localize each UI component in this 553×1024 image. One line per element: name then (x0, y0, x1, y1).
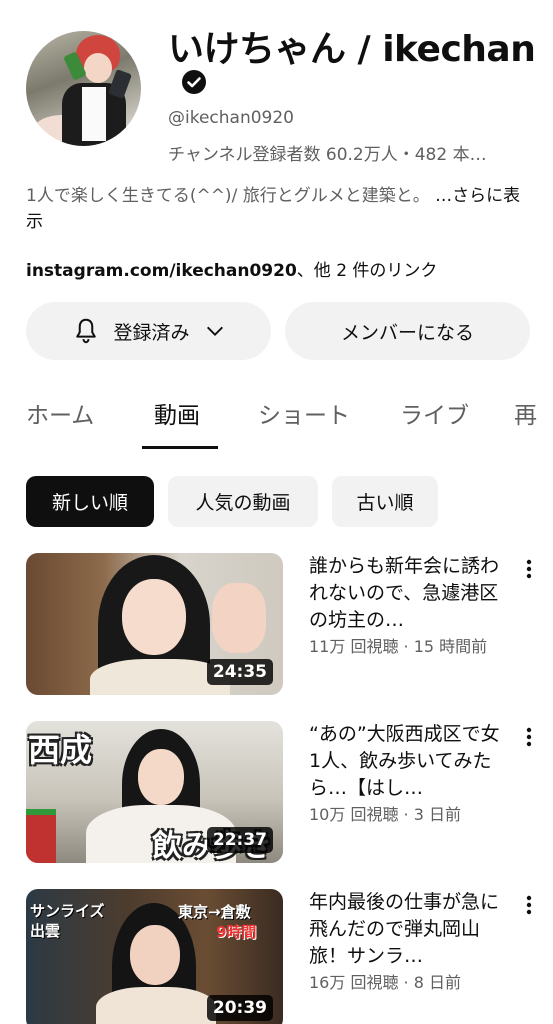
tab-live[interactable]: ライブ (400, 396, 469, 430)
channel-name: いけちゃん / ikechan (168, 29, 536, 70)
video-thumbnail[interactable]: 24:35 (26, 553, 283, 695)
chip-popular[interactable]: 人気の動画 (168, 476, 318, 527)
tab-videos[interactable]: 動画 (154, 396, 200, 430)
video-title[interactable]: 年内最後の仕事が急に飛んだので弾丸岡山旅！サンラ… (309, 889, 509, 971)
subscribed-label: 登録済み (113, 321, 190, 344)
channel-description[interactable]: 1人で楽しく生きてる(^^)/ 旅行とグルメと建築と。 …さらに表示 (26, 183, 526, 235)
other-links-text[interactable]: 、他 2 件のリンク (297, 261, 438, 281)
thumbnail-caption: サンライズ 出雲 (30, 902, 105, 940)
channel-links[interactable]: instagram.com/ikechan0920、他 2 件のリンク (26, 256, 437, 281)
active-tab-indicator (142, 446, 218, 449)
video-duration: 22:37 (206, 827, 273, 853)
video-title[interactable]: “あの”大阪西成区で女1人、飲み歩いてみたら…【はし… (309, 721, 509, 803)
channel-avatar[interactable] (26, 31, 141, 146)
tab-playlists[interactable]: 再 (514, 396, 537, 430)
video-item[interactable]: サンライズ 出雲 東京→倉敷 9時間 20:39 年内最後の仕事が急に飛んだので… (0, 889, 553, 1024)
more-options-icon[interactable] (519, 557, 539, 581)
video-item[interactable]: 西成 飲み歩き 22:37 “あの”大阪西成区で女1人、飲み歩いてみたら…【はし… (0, 721, 553, 863)
channel-handle: @ikechan0920 (168, 108, 294, 128)
video-duration: 24:35 (206, 659, 273, 685)
chip-oldest[interactable]: 古い順 (332, 476, 438, 527)
video-thumbnail[interactable]: 西成 飲み歩き 22:37 (26, 721, 283, 863)
video-meta: 11万 回視聴 · 15 時間前 (309, 637, 488, 656)
subscribed-button[interactable]: 登録済み (26, 302, 271, 360)
tab-home[interactable]: ホーム (26, 396, 94, 430)
video-thumbnail[interactable]: サンライズ 出雲 東京→倉敷 9時間 20:39 (26, 889, 283, 1024)
thumbnail-caption: 東京→倉敷 (178, 903, 251, 921)
tab-shorts[interactable]: ショート (258, 396, 350, 430)
video-duration: 20:39 (206, 995, 273, 1021)
more-options-icon[interactable] (519, 725, 539, 749)
channel-tabs: ホーム 動画 ショート ライブ 再 (0, 390, 553, 450)
chip-newest[interactable]: 新しい順 (26, 476, 154, 527)
video-item[interactable]: 24:35 誰からも新年会に誘われないので、急遽港区の坊主の… 11万 回視聴 … (0, 553, 553, 695)
video-meta: 10万 回視聴 · 3 日前 (309, 805, 461, 824)
channel-stats: チャンネル登録者数 60.2万人・482 本… (168, 145, 487, 165)
verified-badge-icon (182, 70, 206, 94)
chevron-down-icon (206, 326, 223, 336)
membership-label: メンバーになる (340, 321, 474, 344)
thumbnail-caption: 西成 (28, 731, 93, 769)
video-title[interactable]: 誰からも新年会に誘われないので、急遽港区の坊主の… (309, 553, 509, 635)
more-options-icon[interactable] (519, 893, 539, 917)
instagram-link[interactable]: instagram.com/ikechan0920 (26, 261, 297, 281)
join-membership-button[interactable]: メンバーになる (285, 302, 530, 360)
bell-icon (76, 318, 97, 344)
description-text: 1人で楽しく生きてる(^^)/ 旅行とグルメと建築と。 (26, 186, 430, 206)
thumbnail-caption: 9時間 (216, 923, 257, 941)
video-meta: 16万 回視聴 · 8 日前 (309, 973, 461, 992)
